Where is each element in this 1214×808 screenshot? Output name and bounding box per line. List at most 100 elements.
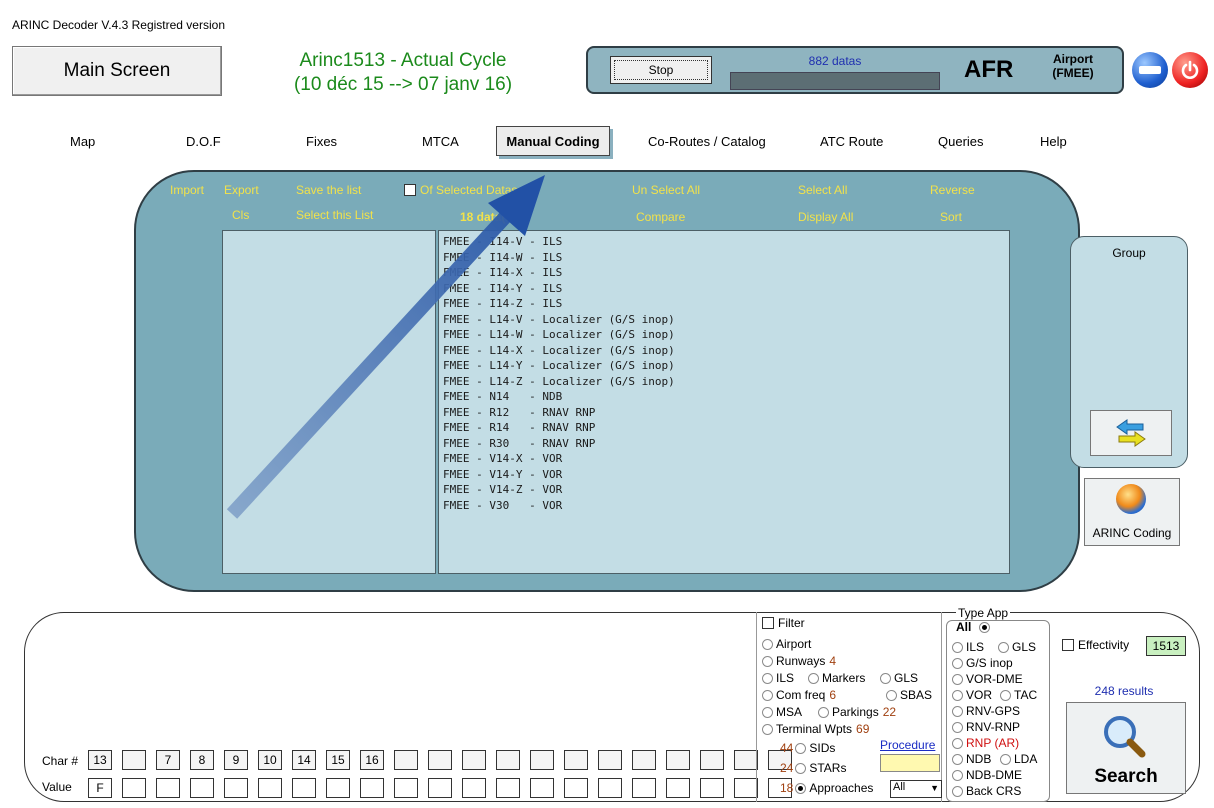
type-vor[interactable]: VOR (952, 688, 992, 702)
opt-ils[interactable]: ILS (762, 671, 794, 685)
opt-gls[interactable]: GLS (880, 671, 918, 685)
sort-link[interactable]: Sort (940, 210, 962, 224)
opt-markers[interactable]: Markers (808, 671, 865, 685)
list-item[interactable]: FMEE - I14-W - ILS (443, 250, 1009, 266)
value-cell[interactable] (258, 778, 282, 798)
type-all[interactable]: All (956, 620, 993, 634)
list-item[interactable]: FMEE - V30 - VOR (443, 498, 1009, 514)
type-ndb-dme[interactable]: NDB-DME (952, 768, 1022, 782)
menu-queries[interactable]: Queries (938, 134, 984, 149)
type-rnv-rnp[interactable]: RNV-RNP (952, 720, 1020, 734)
approach-select[interactable]: All (890, 780, 942, 798)
value-cell[interactable] (292, 778, 316, 798)
transfer-button[interactable] (1090, 410, 1172, 456)
select-all-link[interactable]: Select All (798, 183, 847, 197)
value-cell[interactable] (394, 778, 418, 798)
char-cell[interactable]: 14 (292, 750, 316, 770)
list-item[interactable]: FMEE - V14-Z - VOR (443, 482, 1009, 498)
type-ils[interactable]: ILS (952, 640, 984, 654)
char-cell[interactable] (666, 750, 690, 770)
type-rnp-ar[interactable]: RNP (AR) (952, 736, 1019, 750)
char-cell[interactable]: 9 (224, 750, 248, 770)
list-item[interactable]: FMEE - L14-Z - Localizer (G/S inop) (443, 374, 1009, 390)
value-cell[interactable] (734, 778, 758, 798)
char-cell[interactable]: 7 (156, 750, 180, 770)
select-this-list-link[interactable]: Select this List (296, 208, 373, 222)
minimize-icon[interactable] (1132, 52, 1168, 88)
list-item[interactable]: FMEE - R30 - RNAV RNP (443, 436, 1009, 452)
opt-sids[interactable]: 44 SIDs (780, 741, 835, 755)
value-cell[interactable] (360, 778, 384, 798)
opt-terminal-wpts[interactable]: Terminal Wpts 69 (762, 722, 869, 736)
value-cell[interactable] (224, 778, 248, 798)
list-item[interactable]: FMEE - I14-X - ILS (443, 265, 1009, 281)
list-item[interactable]: FMEE - V14-Y - VOR (443, 467, 1009, 483)
list-item[interactable]: FMEE - R14 - RNAV RNP (443, 420, 1009, 436)
list-item[interactable]: FMEE - L14-Y - Localizer (G/S inop) (443, 358, 1009, 374)
char-cell[interactable] (462, 750, 486, 770)
menu-help[interactable]: Help (1040, 134, 1067, 149)
type-lda[interactable]: LDA (1000, 752, 1037, 766)
save-list-link[interactable]: Save the list (296, 183, 361, 197)
value-cell[interactable] (564, 778, 588, 798)
value-cell[interactable] (428, 778, 452, 798)
of-selected-checkbox[interactable]: Of Selected Datas (404, 183, 517, 197)
display-all-link[interactable]: Display All (798, 210, 853, 224)
filter-checkbox[interactable]: Filter (762, 616, 805, 630)
type-gs-inop[interactable]: G/S inop (952, 656, 1013, 670)
char-cell[interactable]: 13 (88, 750, 112, 770)
list-item[interactable]: FMEE - L14-V - Localizer (G/S inop) (443, 312, 1009, 328)
list-item[interactable]: FMEE - N14 - NDB (443, 389, 1009, 405)
list-item[interactable]: FMEE - I14-Z - ILS (443, 296, 1009, 312)
char-cell[interactable] (496, 750, 520, 770)
type-rnv-gps[interactable]: RNV-GPS (952, 704, 1020, 718)
list-item[interactable]: FMEE - I14-V - ILS (443, 234, 1009, 250)
opt-msa[interactable]: MSA (762, 705, 802, 719)
list-item[interactable]: FMEE - I14-Y - ILS (443, 281, 1009, 297)
type-back-crs[interactable]: Back CRS (952, 784, 1021, 798)
main-screen-button[interactable]: Main Screen (12, 46, 222, 96)
value-cell[interactable] (462, 778, 486, 798)
value-cell[interactable] (190, 778, 214, 798)
list-item[interactable]: FMEE - L14-W - Localizer (G/S inop) (443, 327, 1009, 343)
opt-com-freq[interactable]: Com freq 6 (762, 688, 836, 702)
char-cell[interactable] (530, 750, 554, 770)
menu-manual-coding[interactable]: Manual Coding (496, 126, 610, 156)
procedure-input[interactable] (880, 754, 940, 772)
opt-sbas[interactable]: SBAS (886, 688, 932, 702)
procedure-list[interactable]: FMEE - I14-V - ILS FMEE - I14-W - ILS FMEE… (438, 230, 1010, 574)
opt-stars[interactable]: 24 STARs (780, 761, 846, 775)
value-cell[interactable] (326, 778, 350, 798)
char-cell[interactable] (632, 750, 656, 770)
char-cell[interactable] (428, 750, 452, 770)
value-cell[interactable] (530, 778, 554, 798)
char-cell[interactable] (700, 750, 724, 770)
menu-dof[interactable]: D.O.F (186, 134, 221, 149)
value-cell[interactable] (122, 778, 146, 798)
char-cell[interactable] (598, 750, 622, 770)
menu-map[interactable]: Map (70, 134, 95, 149)
value-cell[interactable] (700, 778, 724, 798)
list-item[interactable]: FMEE - V14-X - VOR (443, 451, 1009, 467)
menu-co-routes[interactable]: Co-Routes / Catalog (648, 134, 766, 149)
export-link[interactable]: Export (224, 183, 259, 197)
value-cell[interactable]: F (88, 778, 112, 798)
opt-airport[interactable]: Airport (762, 637, 811, 651)
menu-fixes[interactable]: Fixes (306, 134, 337, 149)
type-ndb[interactable]: NDB (952, 752, 991, 766)
opt-parkings[interactable]: Parkings 22 (818, 705, 896, 719)
type-vor-dme[interactable]: VOR-DME (952, 672, 1023, 686)
left-list[interactable] (222, 230, 436, 574)
import-link[interactable]: Import (170, 183, 204, 197)
effectivity-checkbox[interactable]: Effectivity (1062, 638, 1129, 652)
type-gls[interactable]: GLS (998, 640, 1036, 654)
stop-button[interactable]: Stop (610, 56, 712, 84)
unselect-all-link[interactable]: Un Select All (632, 183, 700, 197)
opt-runways[interactable]: Runways 4 (762, 654, 836, 668)
power-icon[interactable] (1172, 52, 1208, 88)
char-cell[interactable]: 8 (190, 750, 214, 770)
value-cell[interactable] (156, 778, 180, 798)
compare-link[interactable]: Compare (636, 210, 685, 224)
value-cell[interactable] (666, 778, 690, 798)
type-tac[interactable]: TAC (1000, 688, 1037, 702)
